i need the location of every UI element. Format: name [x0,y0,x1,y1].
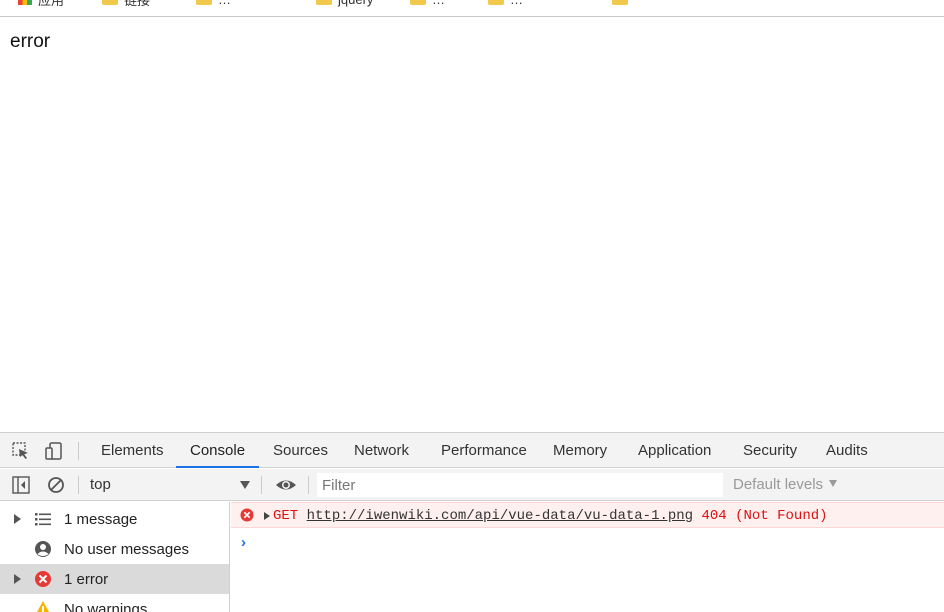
bookmark-folder-6[interactable] [612,0,628,6]
inspect-element-icon[interactable] [12,442,30,460]
sidebar-item-user-messages[interactable]: No user messages [0,534,229,564]
tab-network[interactable]: Network [354,433,409,468]
folder-icon [102,0,118,5]
toolbar-separator [261,476,262,494]
sidebar-item-label: 1 message [64,511,138,528]
tab-memory[interactable]: Memory [553,433,607,468]
bookmark-folder-1[interactable]: 链接 [102,0,150,8]
console-prompt[interactable]: › [241,534,246,551]
bookmark-folder-2[interactable]: … [196,0,231,7]
console-error-row: GET http://iwenwiki.com/api/vue-data/vu-… [231,502,944,528]
page-viewport: error [0,18,944,432]
bookmark-folder-5[interactable]: … [488,0,523,7]
console-sidebar: 1 message No user messages 1 error No wa… [0,502,230,612]
sidebar-toggle-icon[interactable] [12,476,30,494]
tab-application[interactable]: Application [638,433,711,468]
folder-icon [488,0,504,5]
error-icon [240,508,254,522]
page-error-text: error [10,31,51,52]
live-expression-eye-icon[interactable] [275,476,297,494]
toolbar-separator [78,476,79,494]
request-url-link[interactable]: http://iwenwiki.com/api/vue-data/vu-data… [307,508,693,524]
warning-icon [36,601,50,612]
tab-sources[interactable]: Sources [273,433,328,468]
bookmark-apps[interactable]: 应用 [18,0,64,8]
tab-audits[interactable]: Audits [826,433,868,468]
tab-performance[interactable]: Performance [441,433,527,468]
folder-icon [612,0,628,5]
folder-icon [410,0,426,5]
tab-security[interactable]: Security [743,433,797,468]
user-icon [35,541,51,557]
sidebar-item-messages[interactable]: 1 message [0,504,229,534]
expand-arrow-icon[interactable] [14,574,21,584]
console-toolbar: top Default levels [0,469,944,501]
apps-icon [18,0,32,5]
list-icon [35,513,51,526]
bookmarks-bar: 应用 链接 … jquery … … [0,0,944,17]
sidebar-item-label: No user messages [64,541,190,558]
clear-console-icon[interactable] [47,476,65,494]
expand-arrow-icon[interactable] [264,512,270,520]
caret-down-icon [829,480,838,487]
request-method: GET [273,508,299,524]
bookmark-folder-4[interactable]: … [410,0,445,7]
folder-icon [196,0,212,5]
expand-arrow-icon[interactable] [14,514,21,524]
devtools-panel: Elements Console Sources Network Perform… [0,432,944,612]
chevron-down-icon[interactable] [240,481,250,489]
filter-input[interactable] [317,473,723,497]
context-selector[interactable]: top [90,469,111,501]
folder-icon [316,0,332,5]
sidebar-item-errors[interactable]: 1 error [0,564,229,594]
devtools-tabbar: Elements Console Sources Network Perform… [0,433,944,468]
tab-elements[interactable]: Elements [101,433,164,468]
default-levels-dropdown[interactable]: Default levels [733,469,838,501]
tab-console[interactable]: Console [175,433,260,468]
toolbar-separator [308,476,309,494]
sidebar-item-label: 1 error [64,571,109,588]
response-status: 404 (Not Found) [701,508,828,524]
error-icon [35,571,51,587]
tabbar-separator [78,442,79,460]
sidebar-item-label: No warnings [64,601,148,612]
console-output: GET http://iwenwiki.com/api/vue-data/vu-… [231,502,944,612]
device-toolbar-icon[interactable] [45,442,63,460]
sidebar-item-warnings[interactable]: No warnings [0,594,229,612]
bookmark-folder-3[interactable]: jquery [316,0,373,7]
